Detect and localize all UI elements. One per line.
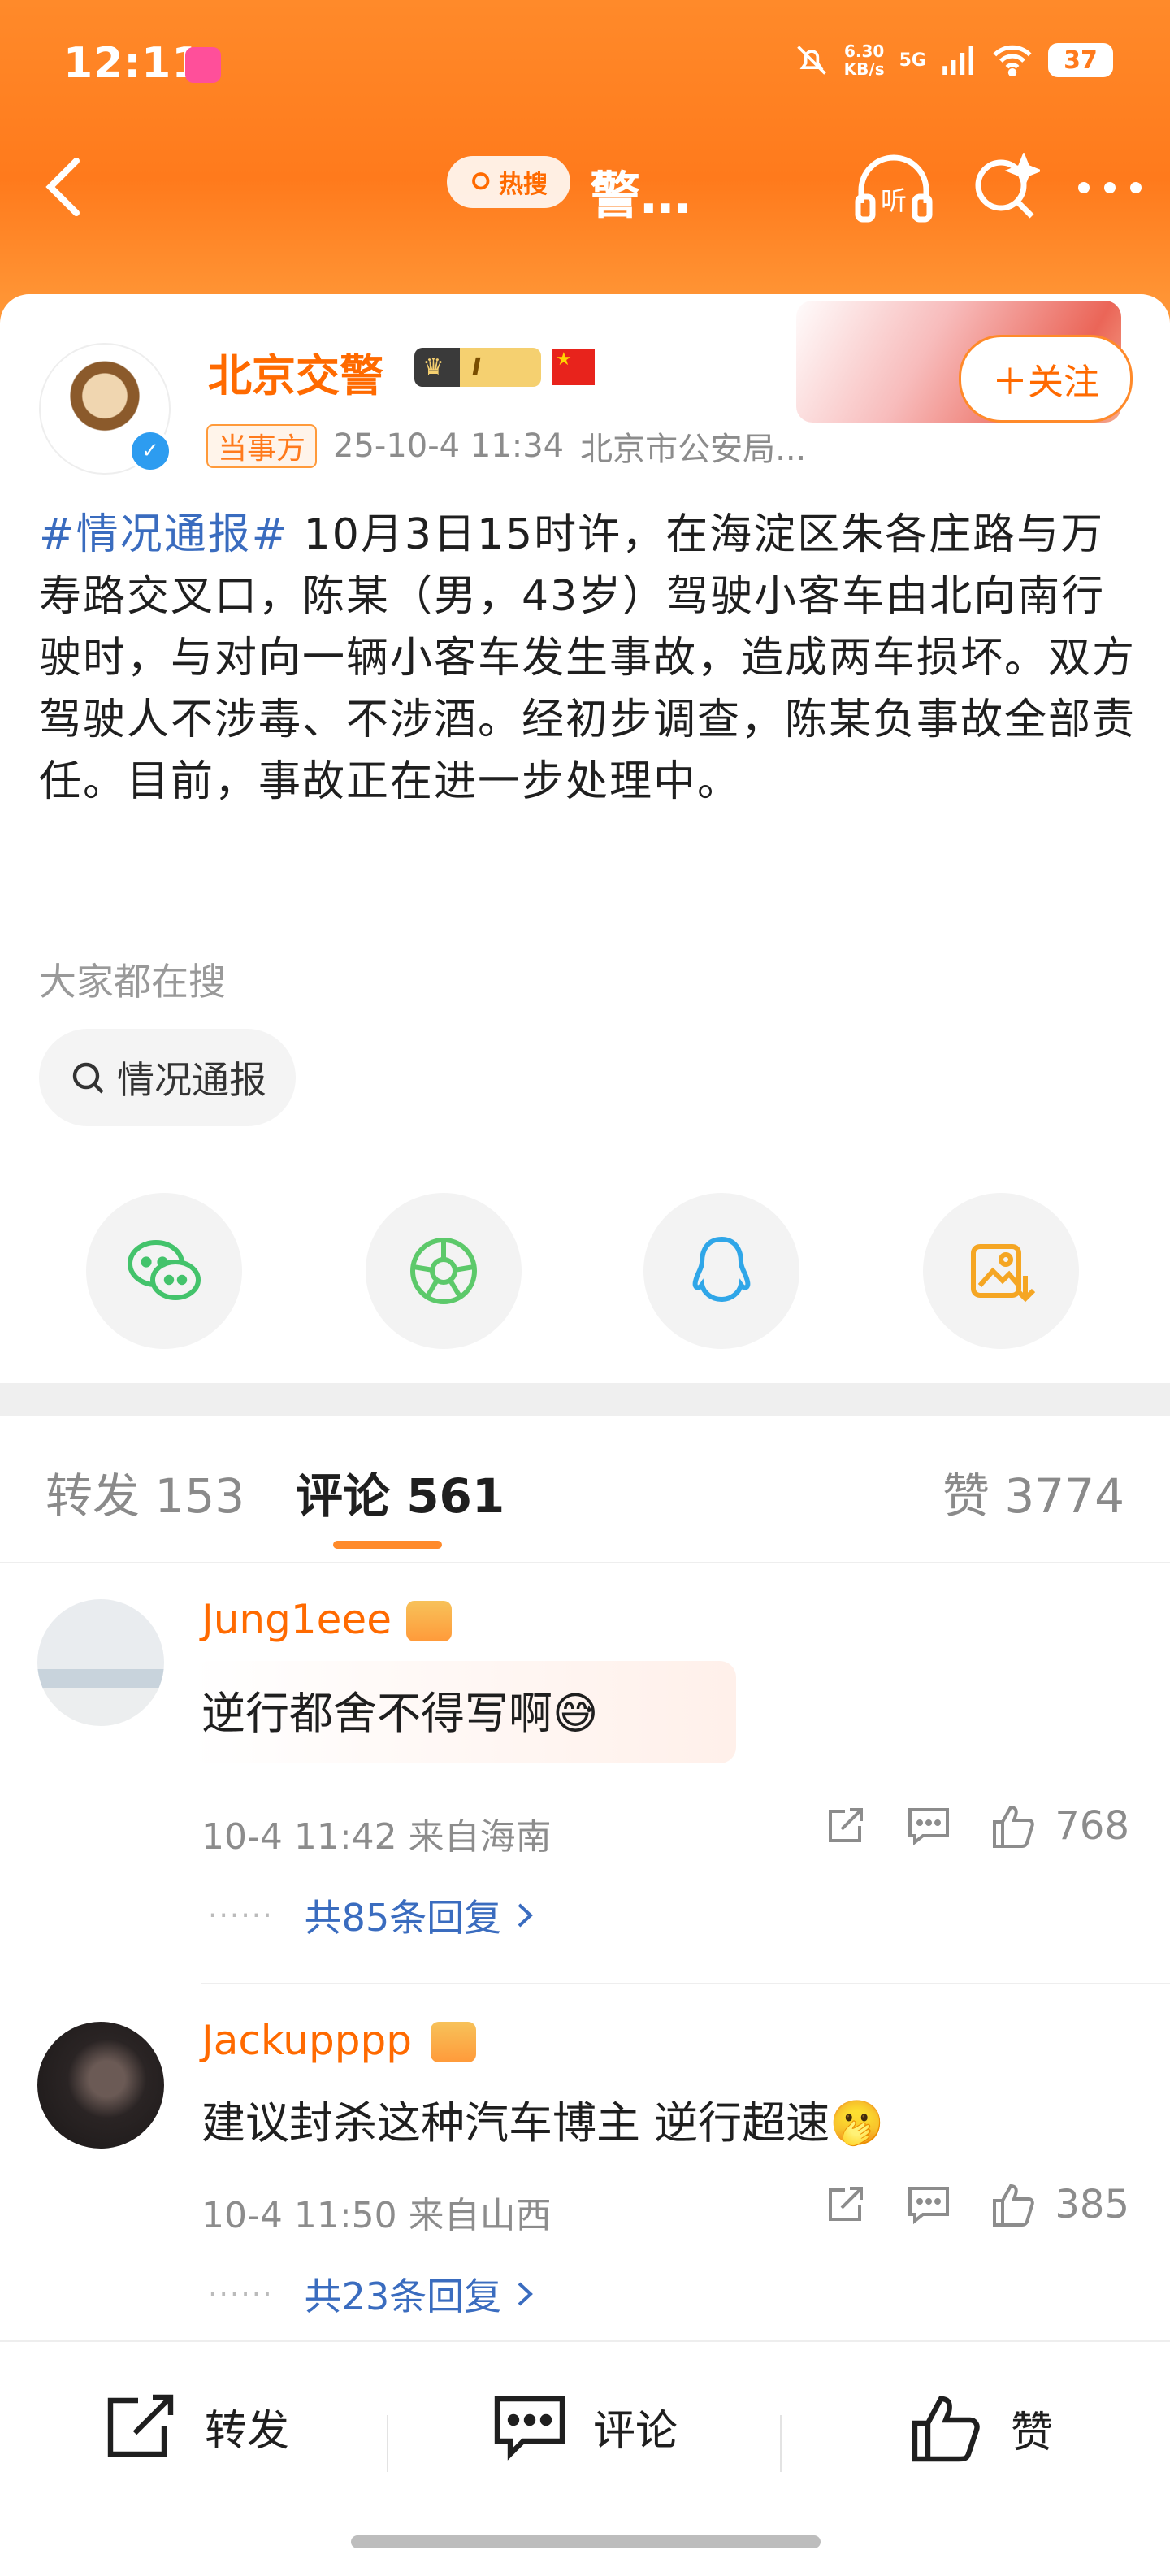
headphones-icon[interactable]: 听: [852, 151, 936, 224]
wechat-icon: [128, 1240, 201, 1300]
comment-label: 评论: [593, 2406, 678, 2456]
chevron-right-icon: [518, 1903, 534, 1928]
search-icon: [472, 172, 490, 190]
search-chip-label: 情况通报: [117, 1058, 266, 1102]
hot-search-label: 热搜: [499, 171, 548, 199]
app-notification-icon: [185, 47, 221, 83]
post-body: #情况通报# 10月3日15时许，在海淀区朱各庄路与万寿路交叉口，陈某（男，43…: [39, 504, 1136, 813]
tab-repost[interactable]: 转发 153: [46, 1458, 245, 1526]
share-wechat-button[interactable]: [86, 1193, 242, 1349]
svg-text:听: 听: [881, 185, 907, 216]
repost-button[interactable]: 转发: [102, 2391, 289, 2462]
active-tab-indicator: [333, 1541, 442, 1549]
wifi-icon: [993, 45, 1032, 76]
repost-icon: [107, 2394, 174, 2457]
like-icon[interactable]: [990, 2181, 1038, 2228]
comment-time: 10-4 11:50 来自山西: [202, 2195, 552, 2236]
comment-actions: 768: [822, 1802, 1129, 1850]
home-indicator[interactable]: [351, 2535, 821, 2548]
post-meta: 当事方 25-10-4 11:34 北京市公安局...: [206, 423, 806, 470]
nav-actions: 听: [852, 151, 1146, 224]
like-icon[interactable]: [990, 1802, 1038, 1850]
search-heading: 大家都在搜: [39, 960, 226, 1004]
author-name[interactable]: 北京交警: [208, 340, 384, 404]
commenter-name[interactable]: Jung1eee: [202, 1596, 392, 1643]
china-flag-icon: ★: [552, 349, 595, 385]
moments-icon: [410, 1238, 477, 1304]
reply-count: 共85条回复: [304, 1896, 502, 1940]
bar-divider: [780, 2415, 782, 2472]
plus-icon: ＋: [992, 362, 1028, 403]
network-type: 5G: [899, 50, 926, 71]
crown-icon: ♛: [422, 353, 444, 382]
like-count: 768: [1055, 1803, 1129, 1849]
section-gap: [0, 1383, 1170, 1416]
save-image-button[interactable]: [923, 1193, 1079, 1349]
like-count: 385: [1055, 2182, 1129, 2227]
hot-search-pill[interactable]: 热搜: [447, 156, 570, 208]
like-button[interactable]: 赞: [908, 2391, 1053, 2465]
member-crown-icon: [406, 1601, 452, 1641]
nav-title[interactable]: 警…: [590, 154, 691, 228]
comment-icon: [494, 2396, 566, 2461]
commenter-name[interactable]: Jackupppp: [202, 2017, 412, 2064]
mute-bell-icon: [796, 46, 826, 75]
share-qq-button[interactable]: [644, 1193, 800, 1349]
search-chip[interactable]: 情况通报: [39, 1029, 296, 1126]
post-hashtag[interactable]: #情况通报#: [39, 510, 288, 559]
interaction-tabs: 转发 153 评论 561 赞 3774: [0, 1416, 1170, 1563]
comment-divider: [202, 1983, 1170, 1984]
status-bar: 12:11 6.30 KB/s 5G 37: [0, 0, 1170, 122]
commenter-avatar[interactable]: [37, 2022, 164, 2149]
member-crown-icon: [431, 2022, 476, 2062]
save-image-icon: [971, 1244, 1035, 1303]
net-speed: 6.30 KB/s: [843, 41, 885, 79]
post-source: 北京市公安局...: [580, 431, 807, 468]
more-icon[interactable]: [1074, 178, 1146, 197]
comment-time: 10-4 11:42 来自海南: [202, 1816, 552, 1858]
battery-level: 37: [1048, 43, 1113, 77]
like-icon: [912, 2396, 980, 2462]
member-level-badge: ♛ I: [414, 348, 541, 387]
comment-actions: 385: [822, 2181, 1129, 2228]
repost-icon[interactable]: [822, 2182, 868, 2227]
follow-button[interactable]: ＋关注: [959, 335, 1133, 423]
search-icon: [72, 1062, 104, 1094]
verified-icon: ✓: [128, 429, 172, 473]
reply-count: 共23条回复: [304, 2275, 502, 2318]
status-indicators: 6.30 KB/s 5G 37: [794, 42, 1113, 78]
comment-text: 建议封杀这种汽车博主 逆行超速🫢: [202, 2097, 885, 2149]
chevron-right-icon: [518, 2282, 534, 2306]
search-sparkle-icon[interactable]: [970, 153, 1040, 223]
signal-icon: [942, 46, 973, 75]
back-arrow-icon[interactable]: [41, 154, 89, 219]
comment-text: 逆行都舍不得写啊😅: [202, 1688, 599, 1739]
party-tag: 当事方: [206, 424, 318, 468]
tab-like[interactable]: 赞 3774: [942, 1458, 1124, 1526]
like-label: 赞: [1011, 2408, 1054, 2457]
nav-bar: 热搜 警… 听: [0, 138, 1170, 228]
post-card: ✓ 北京交警 ♛ I ★ ＋关注 当事方 25-10-4 11:34 北京市公安…: [0, 294, 1170, 1383]
commenter-avatar[interactable]: [37, 1599, 164, 1726]
comment-icon[interactable]: [905, 2182, 952, 2227]
reply-dots: ······: [208, 2277, 274, 2311]
repost-icon[interactable]: [822, 1803, 868, 1849]
comment-button[interactable]: 评论: [491, 2391, 678, 2462]
bar-divider: [387, 2415, 388, 2472]
reply-dots: ······: [208, 1898, 274, 1932]
qq-icon: [692, 1236, 751, 1303]
post-timestamp: 25-10-4 11:34: [333, 427, 565, 465]
share-moments-button[interactable]: [366, 1193, 522, 1349]
comment-icon[interactable]: [905, 1803, 952, 1849]
reply-link[interactable]: ······ 共23条回复: [208, 2267, 535, 2321]
repost-label: 转发: [205, 2406, 290, 2456]
reply-link[interactable]: ······ 共85条回复: [208, 1889, 535, 1942]
status-time: 12:11: [63, 39, 202, 88]
tab-comment[interactable]: 评论 561: [296, 1458, 505, 1526]
